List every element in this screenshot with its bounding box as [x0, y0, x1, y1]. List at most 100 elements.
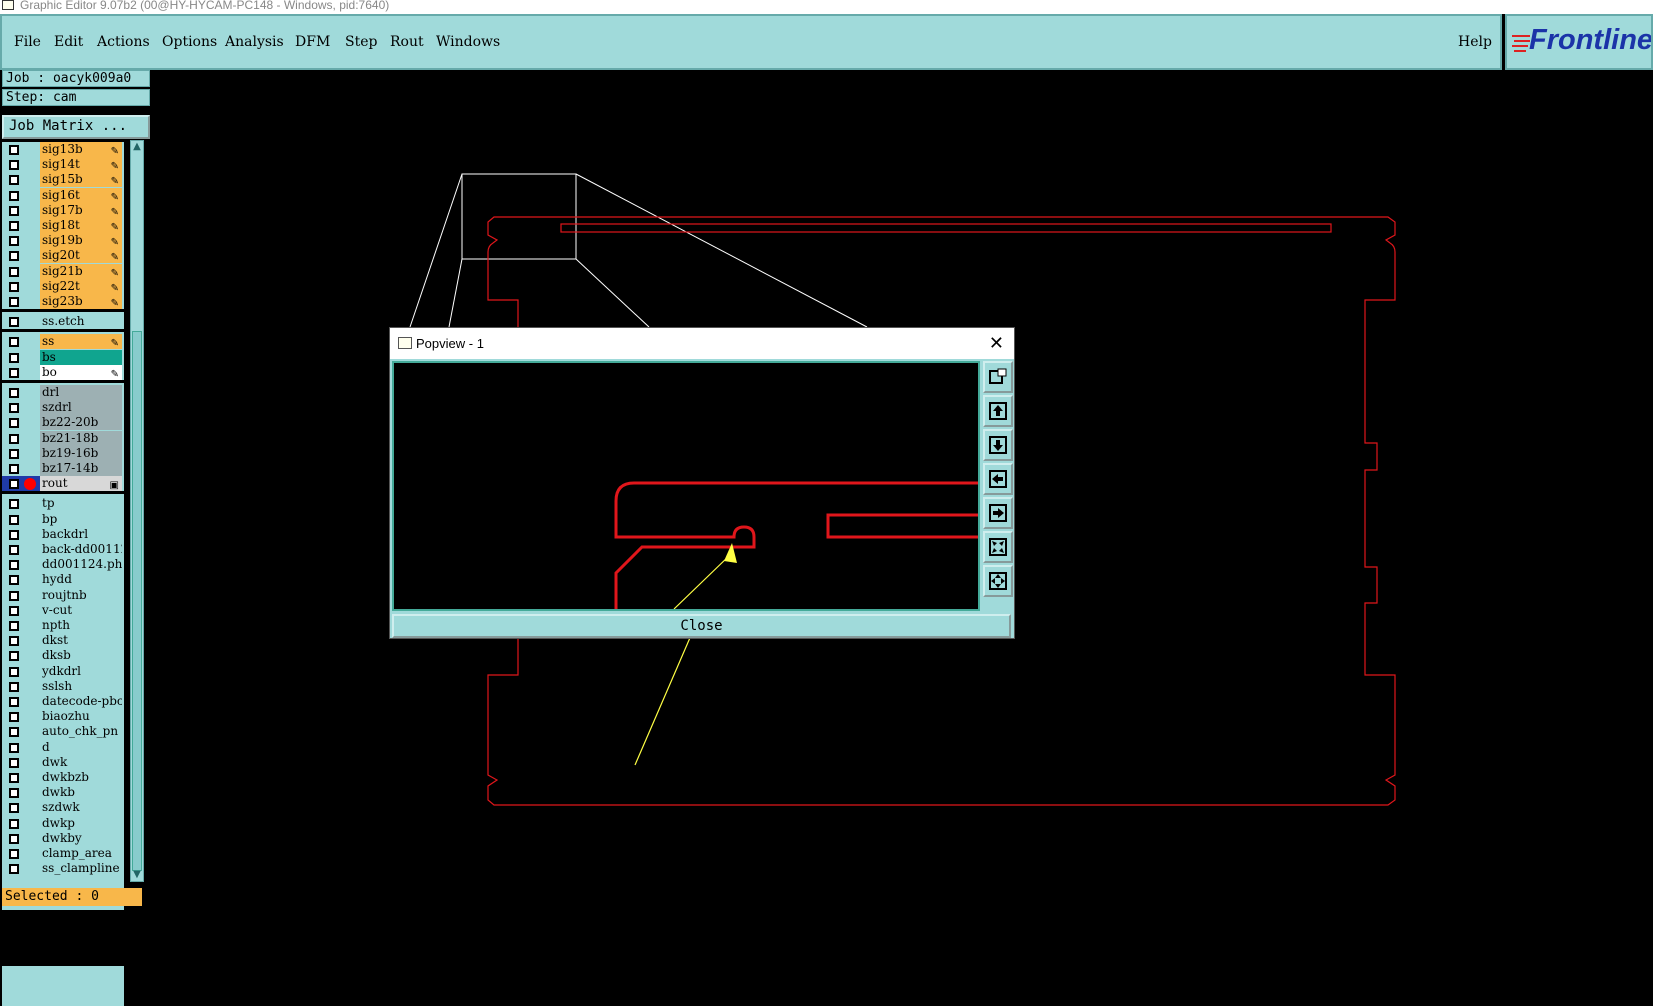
layer-row[interactable]: sig14t ✎ [2, 157, 124, 174]
menu-analysis[interactable]: Analysis [225, 34, 284, 50]
layer-checkbox[interactable] [9, 697, 19, 707]
layer-checkbox[interactable] [9, 681, 19, 692]
layer-row[interactable]: sslsh [2, 678, 124, 695]
layer-row[interactable]: dwkbzb [2, 770, 124, 786]
layer-name[interactable]: bz19-16b [40, 445, 122, 461]
layer-checkbox[interactable] [9, 418, 19, 429]
layer-name[interactable]: bs [40, 349, 122, 365]
layer-checkbox[interactable] [9, 236, 19, 247]
layer-name[interactable]: sig15b ✎ [40, 172, 122, 188]
layer-row[interactable]: bz21-18b [2, 430, 124, 447]
layer-row[interactable]: v-cut [2, 602, 124, 619]
layer-row[interactable]: backdrl [2, 526, 124, 543]
layer-name[interactable]: biaozhu [40, 709, 122, 725]
layer-name[interactable]: ydkdrl [40, 663, 122, 679]
layer-row[interactable]: dwkb [2, 785, 124, 802]
layer-row[interactable]: sig19b ✎ [2, 233, 124, 250]
layer-checkbox[interactable] [9, 388, 19, 398]
layer-row[interactable]: sig21b ✎ [2, 263, 124, 280]
layer-checkbox[interactable] [9, 205, 19, 216]
layer-scrollbar[interactable]: ▲ ▼ [130, 140, 144, 882]
menu-rout[interactable]: Rout [390, 34, 424, 50]
layer-name[interactable]: clamp_area [40, 846, 122, 861]
layer-row[interactable]: tp [2, 496, 124, 513]
layer-checkbox[interactable] [9, 317, 19, 328]
layer-checkbox[interactable] [9, 297, 19, 307]
layer-row[interactable]: dkst [2, 633, 124, 650]
layer-row[interactable]: szdrl [2, 400, 124, 417]
popview-close-button[interactable]: Close [392, 614, 1011, 638]
layer-row[interactable]: dwk [2, 754, 124, 771]
layer-checkbox[interactable] [9, 529, 19, 540]
layer-name[interactable]: sig17b ✎ [40, 202, 122, 218]
layer-row[interactable]: dwkby [2, 830, 124, 847]
layer-row[interactable]: auto_chk_pn [2, 724, 124, 741]
layer-name[interactable]: dksb [40, 648, 122, 664]
layer-row[interactable]: bz22-20b [2, 415, 124, 432]
layer-checkbox[interactable] [9, 621, 19, 631]
layer-checkbox[interactable] [9, 712, 19, 723]
layer-name[interactable]: dwk [40, 754, 122, 770]
layer-row[interactable]: sig17b ✎ [2, 202, 124, 219]
layer-row[interactable]: drl [2, 385, 124, 401]
menu-dfm[interactable]: DFM [295, 34, 330, 50]
layer-row[interactable]: sig16t ✎ [2, 187, 124, 204]
zoom-out-button[interactable] [983, 531, 1013, 563]
layer-row[interactable]: ydkdrl [2, 663, 124, 680]
layer-name[interactable]: npth [40, 618, 122, 633]
layer-name[interactable]: dwkby [40, 830, 122, 846]
layer-checkbox[interactable] [9, 281, 19, 292]
layer-name[interactable]: sig20t ✎ [40, 248, 122, 264]
layer-row[interactable]: sig18t ✎ [2, 218, 124, 234]
menu-edit[interactable]: Edit [54, 34, 83, 50]
layer-checkbox[interactable] [9, 803, 19, 814]
job-matrix-button[interactable]: Job Matrix ... [2, 115, 150, 139]
layer-checkbox[interactable] [9, 545, 19, 555]
layer-row[interactable]: back-dd00112 [2, 542, 124, 558]
scroll-thumb[interactable] [132, 331, 142, 871]
layer-checkbox[interactable] [9, 773, 19, 783]
scroll-up-icon[interactable]: ▲ [131, 141, 143, 153]
layer-checkbox[interactable] [9, 367, 19, 378]
menu-options[interactable]: Options [162, 34, 217, 50]
layer-checkbox[interactable] [9, 849, 19, 859]
pan-right-button[interactable] [983, 497, 1013, 529]
layer-row[interactable]: dd001124.pho [2, 557, 124, 574]
layer-name[interactable]: v-cut [40, 602, 122, 618]
layer-checkbox[interactable] [9, 742, 19, 753]
layer-checkbox[interactable] [9, 514, 19, 525]
layer-row[interactable]: clamp_area [2, 846, 124, 862]
layer-checkbox[interactable] [9, 788, 19, 799]
layer-row[interactable]: sig23b ✎ [2, 294, 124, 310]
layer-name[interactable]: ss.etch [40, 314, 122, 330]
layer-options-icon[interactable]: ▣ [110, 478, 119, 491]
layer-name[interactable]: auto_chk_pn [40, 724, 122, 740]
layer-name[interactable]: bz21-18b [40, 430, 122, 446]
layer-name[interactable]: back-dd00112 [40, 542, 122, 557]
layer-checkbox[interactable] [9, 464, 19, 474]
layer-row[interactable]: ss_clampline [2, 861, 124, 878]
layer-checkbox[interactable] [9, 175, 19, 186]
layer-name[interactable]: tp [40, 496, 122, 512]
pan-down-button[interactable] [983, 429, 1013, 461]
layer-name[interactable]: drl [40, 385, 122, 400]
layer-row[interactable]: biaozhu [2, 709, 124, 726]
layer-checkbox[interactable] [9, 651, 19, 662]
layer-row[interactable]: ss.etch [2, 314, 124, 331]
layer-name[interactable]: sig16t ✎ [40, 187, 122, 203]
layer-name[interactable]: bo ✎ [40, 364, 122, 380]
layer-name[interactable]: dwkp [40, 815, 122, 831]
layer-checkbox[interactable] [9, 666, 19, 677]
layer-row[interactable]: bp [2, 511, 124, 528]
layer-checkbox[interactable] [9, 251, 19, 262]
layer-row[interactable]: sig20t ✎ [2, 248, 124, 265]
layer-row[interactable]: dksb [2, 648, 124, 665]
layer-name[interactable]: sig18t ✎ [40, 218, 122, 233]
layer-checkbox[interactable] [9, 352, 19, 363]
layer-checkbox[interactable] [9, 560, 19, 571]
layer-checkbox[interactable] [9, 636, 19, 647]
layer-name[interactable]: backdrl [40, 526, 122, 542]
layer-checkbox[interactable] [9, 575, 19, 586]
layer-name[interactable]: d [40, 739, 122, 755]
layer-checkbox[interactable] [9, 479, 19, 490]
